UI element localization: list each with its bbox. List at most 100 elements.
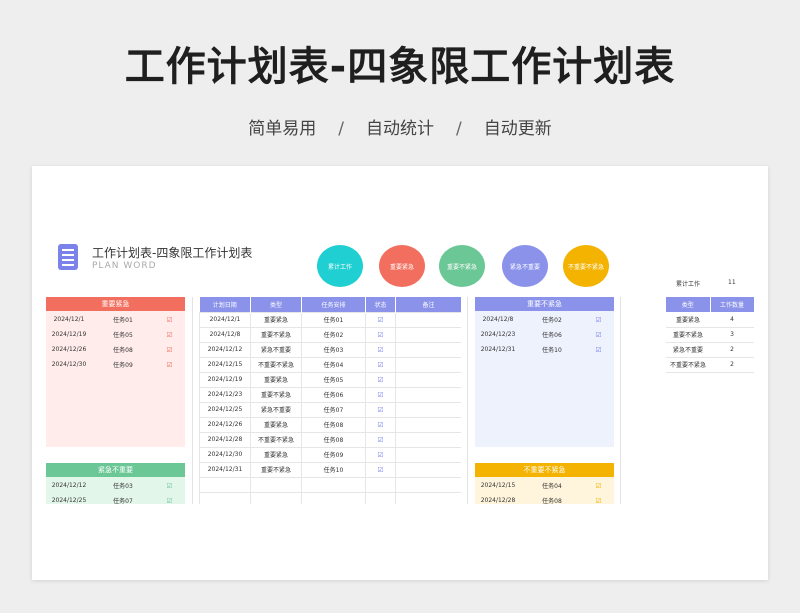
empty-cell[interactable]	[365, 476, 396, 493]
list-item: 2024/12/23 任务06 ☑	[475, 327, 614, 342]
status-checkbox[interactable]: ☑	[583, 327, 614, 342]
type-cell: 重要紧急	[250, 311, 302, 328]
status-checkbox[interactable]: ☑	[365, 371, 396, 388]
category-circle-5[interactable]: 不重要不紧急	[563, 245, 609, 287]
category-circle-3[interactable]: 重要不紧急	[439, 245, 485, 287]
status-checkbox[interactable]: ☑	[583, 342, 614, 357]
panel-important-urgent: 重要紧急 2024/12/1 任务01 ☑ 2024/12/19 任务05 ☑ 2024/12…	[46, 297, 185, 447]
date-cell: 2024/12/15	[199, 356, 251, 373]
table-row: 2024/12/26 重要紧急 任务08 ☑	[199, 416, 461, 433]
status-checkbox[interactable]: ☑	[154, 478, 185, 493]
stats-count-cell: 2	[710, 357, 754, 373]
status-checkbox[interactable]: ☑	[154, 312, 185, 327]
status-checkbox[interactable]: ☑	[365, 356, 396, 373]
status-checkbox[interactable]: ☑	[583, 478, 614, 493]
task-cell: 任务09	[301, 446, 366, 463]
status-checkbox[interactable]: ☑	[154, 327, 185, 342]
list-item: 2024/12/8 任务02 ☑	[475, 312, 614, 327]
note-cell[interactable]	[395, 326, 461, 343]
column-divider	[467, 297, 468, 504]
stats-count-cell: 4	[710, 312, 754, 328]
date-cell: 2024/12/30	[199, 446, 251, 463]
type-cell: 重要紧急	[250, 371, 302, 388]
task-cell: 任务10	[301, 461, 366, 478]
panel-header: 重要不紧急	[475, 297, 614, 311]
task-cell: 任务05	[301, 371, 366, 388]
status-checkbox[interactable]: ☑	[154, 493, 185, 505]
quadrant-list: 2024/12/1 任务01 ☑ 2024/12/19 任务05 ☑ 2024/12/26 任…	[46, 312, 185, 372]
note-cell[interactable]	[395, 341, 461, 358]
column-header-1: 计划日期	[199, 297, 251, 312]
note-cell[interactable]	[395, 386, 461, 403]
note-cell[interactable]	[395, 461, 461, 478]
stats-count-cell: 3	[710, 327, 754, 343]
empty-cell[interactable]	[395, 476, 461, 493]
status-checkbox[interactable]: ☑	[365, 401, 396, 418]
empty-cell[interactable]	[199, 491, 251, 504]
empty-cell[interactable]	[365, 491, 396, 504]
stats-row: 重要不紧急 3	[666, 327, 754, 343]
table-row: 2024/12/31 重要不紧急 任务10 ☑	[199, 461, 461, 478]
status-checkbox[interactable]: ☑	[154, 342, 185, 357]
note-cell[interactable]	[395, 356, 461, 373]
table-row: 2024/12/30 重要紧急 任务09 ☑	[199, 446, 461, 463]
status-checkbox[interactable]: ☑	[365, 461, 396, 478]
panel-header: 不重要不紧急	[475, 463, 614, 477]
empty-cell[interactable]	[301, 491, 366, 504]
list-item: 2024/12/15 任务04 ☑	[475, 478, 614, 493]
quadrant-list: 2024/12/12 任务03 ☑ 2024/12/25 任务07 ☑	[46, 478, 185, 505]
date-cell: 2024/12/12	[51, 482, 87, 489]
stats-row: 不重要不紧急 2	[666, 357, 754, 373]
type-cell: 重要不紧急	[250, 326, 302, 343]
empty-cell[interactable]	[250, 491, 302, 504]
page-title: 工作计划表-四象限工作计划表	[124, 44, 676, 90]
empty-cell[interactable]	[395, 491, 461, 504]
date-cell: 2024/12/26	[199, 416, 251, 433]
column-divider	[192, 297, 193, 504]
type-cell: 重要紧急	[250, 446, 302, 463]
note-cell[interactable]	[395, 311, 461, 328]
total-label: 累计工作	[676, 281, 701, 288]
list-item: 2024/12/12 任务03 ☑	[46, 478, 185, 493]
empty-cell[interactable]	[199, 476, 251, 493]
status-checkbox[interactable]: ☑	[365, 326, 396, 343]
quadrant-list: 2024/12/8 任务02 ☑ 2024/12/23 任务06 ☑ 2024/12/31 任…	[475, 312, 614, 357]
empty-cell[interactable]	[250, 476, 302, 493]
note-cell[interactable]	[395, 371, 461, 388]
empty-cell[interactable]	[301, 476, 366, 493]
column-header-4: 状态	[365, 297, 396, 312]
category-circle-4[interactable]: 紧急不重要	[502, 245, 548, 287]
list-item: 2024/12/26 任务08 ☑	[46, 342, 185, 357]
list-item: 2024/12/25 任务07 ☑	[46, 493, 185, 505]
stats-table: 类型 工作数量 重要紧急 4 重要不紧急 3 紧急不重要 2 不重要不紧急 2	[666, 297, 754, 377]
status-checkbox[interactable]: ☑	[583, 312, 614, 327]
date-cell: 2024/12/12	[199, 341, 251, 358]
date-cell: 2024/12/26	[51, 346, 87, 353]
note-cell[interactable]	[395, 446, 461, 463]
status-checkbox[interactable]: ☑	[365, 311, 396, 328]
status-checkbox[interactable]: ☑	[583, 493, 614, 505]
status-checkbox[interactable]: ☑	[365, 446, 396, 463]
stats-type-cell: 重要不紧急	[666, 327, 710, 343]
sheet-subtitle: PLAN WORD	[92, 261, 157, 271]
status-checkbox[interactable]: ☑	[365, 386, 396, 403]
task-cell: 任务01	[301, 311, 366, 328]
task-cell: 任务07	[301, 401, 366, 418]
status-checkbox[interactable]: ☑	[365, 431, 396, 448]
note-cell[interactable]	[395, 431, 461, 448]
note-cell[interactable]	[395, 416, 461, 433]
category-circle-2[interactable]: 重要紧急	[379, 245, 425, 287]
status-checkbox[interactable]: ☑	[154, 357, 185, 372]
date-cell: 2024/12/25	[199, 401, 251, 418]
note-cell[interactable]	[395, 401, 461, 418]
date-cell: 2024/12/31	[199, 461, 251, 478]
list-item: 2024/12/1 任务01 ☑	[46, 312, 185, 327]
status-checkbox[interactable]: ☑	[365, 341, 396, 358]
category-circle-1[interactable]: 累计工作	[317, 245, 363, 287]
status-checkbox[interactable]: ☑	[365, 416, 396, 433]
separator: /	[338, 119, 344, 139]
date-cell: 2024/12/19	[199, 371, 251, 388]
task-cell: 任务08	[301, 431, 366, 448]
table-row: 2024/12/12 紧急不重要 任务03 ☑	[199, 341, 461, 358]
type-cell: 紧急不重要	[250, 341, 302, 358]
